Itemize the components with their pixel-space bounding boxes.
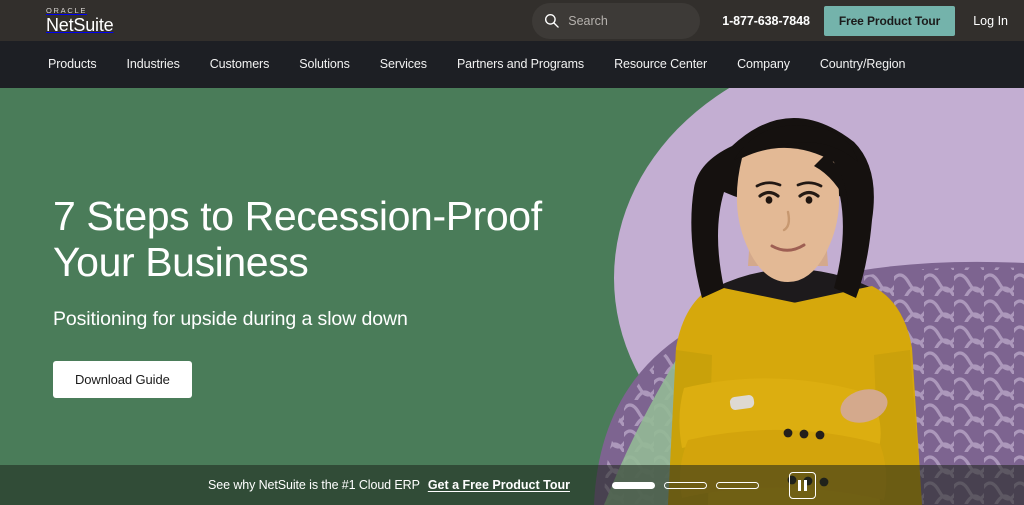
get-free-product-tour-link[interactable]: Get a Free Product Tour [428,478,570,492]
carousel-indicators [611,481,759,489]
pause-icon-bar-right [803,479,807,491]
promo-carousel-bar: See why NetSuite is the #1 Cloud ERP Get… [0,465,1024,505]
hero-content: 7 Steps to Recession-Proof Your Business… [53,193,613,398]
nav-list: Products Industries Customers Solutions … [48,41,920,88]
oracle-netsuite-logo[interactable]: ORACLE NetSuite [46,6,114,35]
top-utility-actions: 1-877-638-7848 Free Product Tour Log In [532,0,1024,41]
free-product-tour-button[interactable]: Free Product Tour [823,5,956,36]
hero-banner: 7 Steps to Recession-Proof Your Business… [0,88,1024,505]
nav-item-solutions[interactable]: Solutions [284,41,365,88]
nav-item-products[interactable]: Products [48,41,112,88]
logo-netsuite-text: NetSuite [46,14,114,35]
pause-icon-bar-left [798,479,801,491]
phone-number[interactable]: 1-877-638-7848 [708,14,824,28]
top-utility-bar: ORACLE NetSuite 1-877-638-7848 Free Prod… [0,0,1024,41]
nav-item-services[interactable]: Services [365,41,442,88]
nav-item-customers[interactable]: Customers [195,41,285,88]
carousel-pause-button[interactable] [788,471,816,499]
main-navigation: Products Industries Customers Solutions … [0,41,1024,88]
hero-title: 7 Steps to Recession-Proof Your Business [53,193,542,285]
netsuite-homepage: ORACLE NetSuite 1-877-638-7848 Free Prod… [0,0,1024,505]
carousel-indicator-3[interactable] [715,481,759,489]
logo-oracle-text: ORACLE [46,6,88,16]
nav-item-industries[interactable]: Industries [112,41,195,88]
search-box[interactable] [532,2,701,39]
hero-illustration [564,88,1024,505]
carousel-indicator-2[interactable] [663,481,707,489]
hero-subtitle: Positioning for upside during a slow dow… [53,307,408,330]
carousel-indicator-1[interactable] [611,481,655,489]
nav-item-country-region[interactable]: Country/Region [805,41,920,88]
log-in-link[interactable]: Log In [955,14,1024,28]
search-icon [544,13,560,28]
nav-item-company[interactable]: Company [722,41,805,88]
search-input[interactable] [568,13,679,28]
download-guide-button[interactable]: Download Guide [53,360,192,398]
nav-item-resource-center[interactable]: Resource Center [599,41,722,88]
nav-item-partners[interactable]: Partners and Programs [442,41,599,88]
promo-text: See why NetSuite is the #1 Cloud ERP [208,478,420,492]
